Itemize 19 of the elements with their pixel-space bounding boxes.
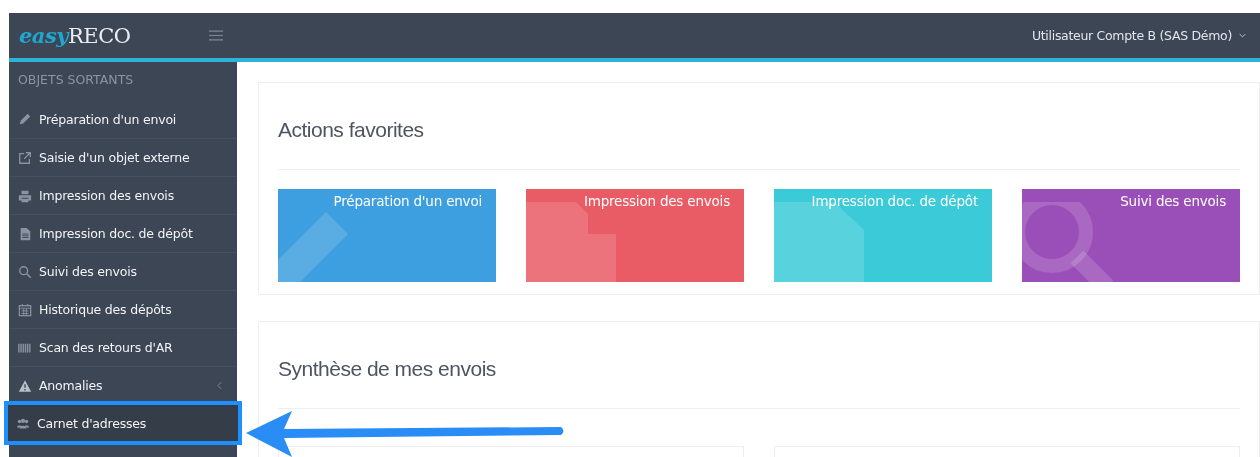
users-icon bbox=[16, 416, 30, 431]
chevron-icon bbox=[217, 381, 222, 390]
search-icon bbox=[18, 264, 32, 279]
action-tile[interactable]: Suivi des envois bbox=[1022, 189, 1240, 282]
document-icon bbox=[18, 226, 32, 241]
logo[interactable]: easyRECO bbox=[19, 23, 131, 48]
card-title: Actions favorites bbox=[278, 117, 425, 143]
calendar-icon bbox=[18, 302, 32, 317]
sidebar-item[interactable]: Préparation d'un envoi bbox=[9, 100, 237, 138]
sidebar-item[interactable]: Carnet d'adresses bbox=[7, 404, 239, 442]
chevron-down-icon bbox=[1239, 33, 1246, 38]
external-link-icon bbox=[18, 150, 32, 165]
user-menu[interactable]: Utilisateur Compte B (SAS Démo) bbox=[1017, 28, 1260, 43]
card-title: Synthèse de mes envois bbox=[278, 356, 497, 382]
printer-icon bbox=[18, 188, 32, 203]
pencil-icon bbox=[18, 112, 32, 126]
section-heading: OBJETS SORTANTS bbox=[17, 71, 135, 89]
warning-icon bbox=[18, 378, 32, 393]
menu-icon[interactable] bbox=[209, 30, 223, 41]
